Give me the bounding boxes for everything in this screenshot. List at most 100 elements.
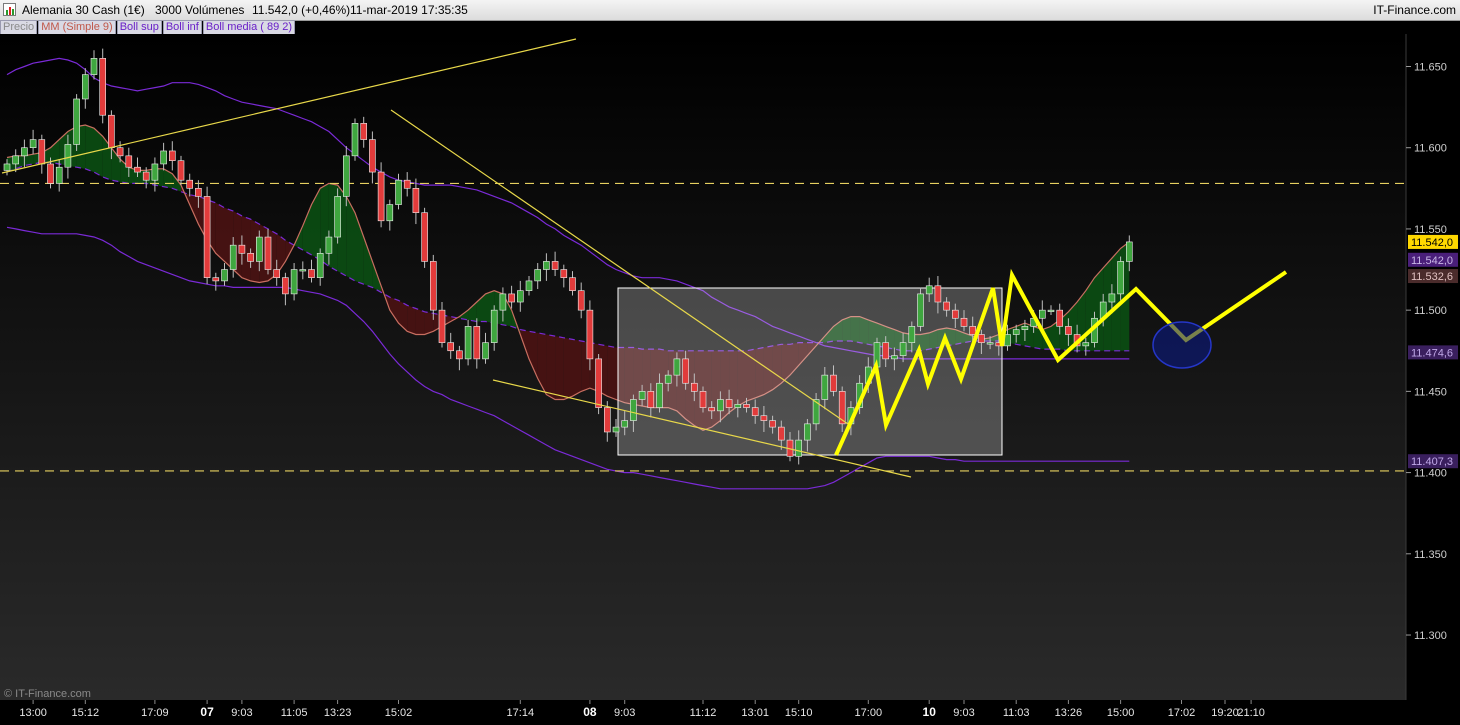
candle-body: [777, 426, 785, 441]
candle-body: [638, 391, 646, 400]
y-tick-label: 11.350: [1414, 549, 1447, 561]
candle-body: [882, 342, 890, 360]
price-tag-label: 11.542,0: [1411, 255, 1453, 267]
candle-body: [29, 139, 37, 149]
candle-body: [421, 212, 428, 262]
watermark: © IT-Finance.com: [4, 688, 91, 700]
candle-body: [464, 326, 472, 360]
candle-body: [403, 179, 411, 189]
candle-body: [516, 290, 524, 303]
price-chart[interactable]: 11.300 11.350 11.400 11.450 11.500 11.550 11.6…: [0, 34, 1460, 700]
candle-body: [734, 404, 742, 408]
chart-app-icon[interactable]: [3, 3, 16, 16]
highlight-ellipse[interactable]: [1152, 321, 1212, 369]
candle-body: [630, 399, 637, 421]
candle-body: [299, 269, 307, 272]
candle-body: [595, 358, 602, 408]
x-axis: 13:00 15:12 17:09 07 9:03 11:05 13:23 15:02 17:1…: [19, 700, 1265, 719]
candle-body: [943, 301, 950, 311]
band-fill-segment: [215, 202, 225, 262]
candle-body: [934, 285, 942, 303]
candle-body: [699, 391, 707, 408]
candle-body: [569, 277, 576, 291]
candle-body: [960, 317, 968, 327]
candle-body: [473, 326, 481, 360]
candle-body: [116, 147, 124, 157]
indicator-legend: Precio MM (Simple 9) Boll sup Boll inf Boll …: [0, 20, 296, 35]
legend-sma[interactable]: MM (Simple 9): [38, 20, 116, 35]
band-fill-segment: [572, 339, 582, 397]
x-tick-label: 11:05: [281, 707, 308, 719]
candle-body: [55, 166, 63, 184]
candle-body: [1012, 329, 1020, 335]
candle-body: [1021, 326, 1029, 330]
candle-body: [586, 309, 594, 360]
candle-body: [717, 399, 724, 412]
candle-body: [543, 261, 550, 270]
candle-body: [673, 358, 681, 376]
title-bar: Alemania 30 Cash (1€) 3000 Volúmenes 11.…: [0, 0, 1460, 21]
candle-body: [73, 98, 80, 145]
x-tick-label: 13:00: [19, 707, 47, 719]
candle-body: [369, 139, 376, 173]
candle-body: [795, 439, 803, 457]
candle-body: [282, 277, 289, 295]
candle-body: [3, 163, 11, 171]
price-tag-label: 11.532,6: [1411, 271, 1453, 283]
candle-body: [690, 382, 698, 392]
candle-body: [47, 163, 54, 184]
candle-body: [908, 326, 916, 343]
x-tick-label: 11:12: [690, 707, 717, 719]
candle-body: [177, 160, 185, 181]
candle-body: [1039, 309, 1046, 319]
candle-body: [38, 139, 46, 165]
candle-body: [769, 420, 776, 428]
candle-body: [108, 114, 115, 149]
x-tick-label: 13:23: [324, 707, 352, 719]
legend-price[interactable]: Precio: [0, 20, 38, 35]
candle-body: [290, 269, 298, 295]
band-fill-segment: [563, 337, 573, 400]
candle-body: [386, 204, 394, 222]
legend-boll-media[interactable]: Boll media ( 89 2): [202, 20, 296, 35]
x-axis-panel: 13:00 15:12 17:09 07 9:03 11:05 13:23 15:02 17:1…: [0, 700, 1460, 720]
candle-body: [247, 252, 254, 262]
candle-body: [621, 420, 629, 428]
band-fill-segment: [415, 308, 425, 335]
x-tick-label: 13:26: [1055, 707, 1083, 719]
candle-body: [560, 269, 568, 278]
brand-name: IT-Finance.com: [1373, 3, 1456, 17]
candle-body: [986, 342, 994, 345]
x-tick-label: 11:03: [1003, 707, 1030, 719]
candle-body: [99, 58, 106, 116]
candle-body: [925, 285, 933, 295]
candle-body: [951, 309, 959, 319]
candle-body: [551, 261, 559, 270]
candle-body: [212, 277, 220, 282]
x-tick-label: 9:03: [953, 707, 974, 719]
candle-body: [377, 171, 385, 222]
y-tick-label: 11.600: [1414, 143, 1447, 155]
candle-body: [1117, 261, 1124, 295]
x-tick-label: 15:02: [385, 707, 413, 719]
legend-boll-inf[interactable]: Boll inf: [162, 20, 202, 35]
x-day-label: 10: [923, 705, 937, 719]
candle-body: [195, 188, 202, 197]
instrument-name: Alemania 30 Cash (1€): [22, 3, 145, 17]
x-tick-label: 19:20: [1211, 707, 1239, 719]
candle-body: [456, 350, 463, 360]
candle-body: [395, 179, 402, 205]
price-tag-label: 11.407,3: [1411, 456, 1453, 468]
candle-body: [891, 355, 898, 360]
candle-body: [360, 123, 368, 140]
candle-body: [743, 404, 750, 408]
candle-body: [656, 382, 663, 408]
candle-body: [325, 236, 333, 254]
candle-body: [160, 150, 167, 165]
candle-body: [804, 423, 811, 441]
legend-boll-sup[interactable]: Boll sup: [116, 20, 162, 35]
candle-body: [264, 236, 272, 270]
candle-body: [725, 399, 733, 408]
candle-body: [342, 155, 350, 197]
candle-body: [525, 280, 533, 291]
